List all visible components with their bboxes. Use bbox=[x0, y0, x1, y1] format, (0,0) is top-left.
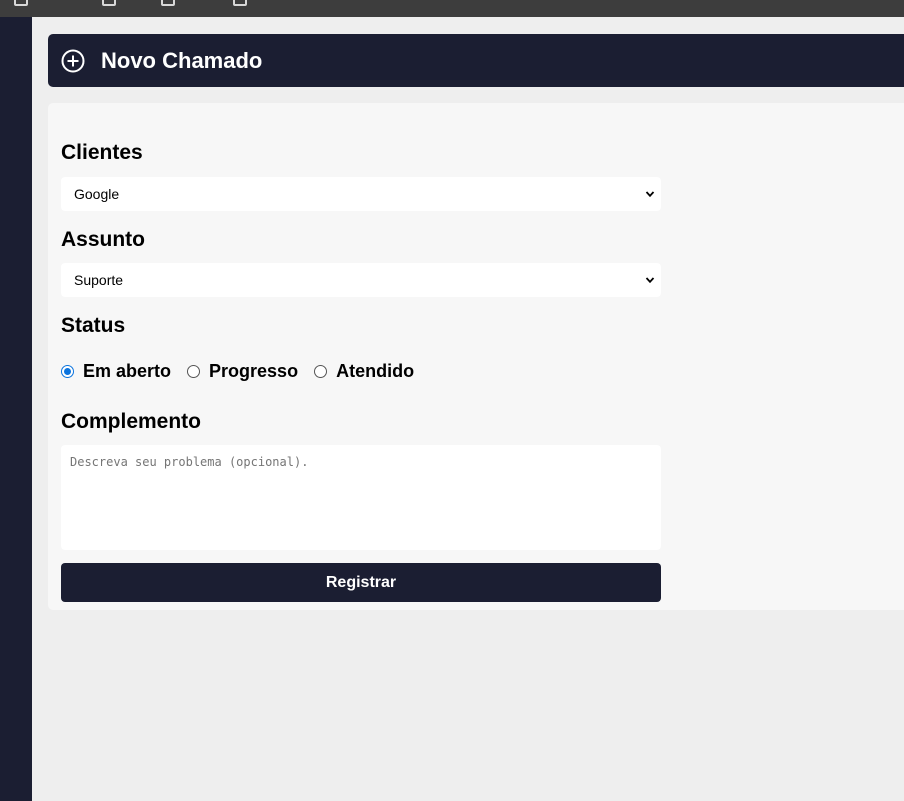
clientes-select[interactable]: Google bbox=[61, 177, 661, 211]
status-option-em-aberto[interactable]: Em aberto bbox=[61, 361, 171, 382]
status-option-label: Em aberto bbox=[83, 360, 172, 381]
bookmark-icon[interactable] bbox=[161, 0, 175, 6]
page-title: Novo Chamado bbox=[101, 47, 263, 73]
form-panel: Clientes Google Assunto Suporte Status E… bbox=[48, 103, 904, 610]
registrar-button[interactable]: Registrar bbox=[61, 563, 661, 602]
status-label: Status bbox=[61, 314, 126, 337]
radio-button-checked[interactable] bbox=[61, 364, 74, 378]
browser-toolbar bbox=[0, 0, 904, 17]
plus-circle-icon bbox=[61, 49, 85, 72]
status-option-label: Progresso bbox=[209, 360, 299, 381]
bookmark-icon[interactable] bbox=[14, 0, 28, 6]
complemento-textarea[interactable]: Descreva seu problema (opcional). bbox=[61, 445, 661, 550]
status-radio-group: Em aberto Progresso Atendido bbox=[61, 360, 430, 382]
complemento-placeholder: Descreva seu problema (opcional). bbox=[70, 455, 309, 469]
assunto-selected-value: Suporte bbox=[74, 272, 124, 288]
status-option-atendido[interactable]: Atendido bbox=[314, 361, 414, 382]
bookmark-icon[interactable] bbox=[102, 0, 116, 6]
radio-button[interactable] bbox=[314, 364, 328, 378]
bookmark-icon[interactable] bbox=[233, 0, 247, 6]
chevron-down-icon bbox=[645, 191, 655, 198]
status-option-label: Atendido bbox=[336, 360, 415, 381]
assunto-select[interactable]: Suporte bbox=[61, 263, 661, 297]
status-option-progresso[interactable]: Progresso bbox=[187, 361, 298, 382]
chevron-down-icon bbox=[645, 277, 655, 284]
page-header: Novo Chamado bbox=[48, 34, 904, 87]
sidebar bbox=[0, 17, 32, 801]
radio-button[interactable] bbox=[187, 364, 201, 378]
clientes-label: Clientes bbox=[61, 141, 143, 164]
complemento-label: Complemento bbox=[61, 410, 202, 433]
clientes-selected-value: Google bbox=[74, 186, 120, 202]
assunto-label: Assunto bbox=[61, 228, 145, 251]
